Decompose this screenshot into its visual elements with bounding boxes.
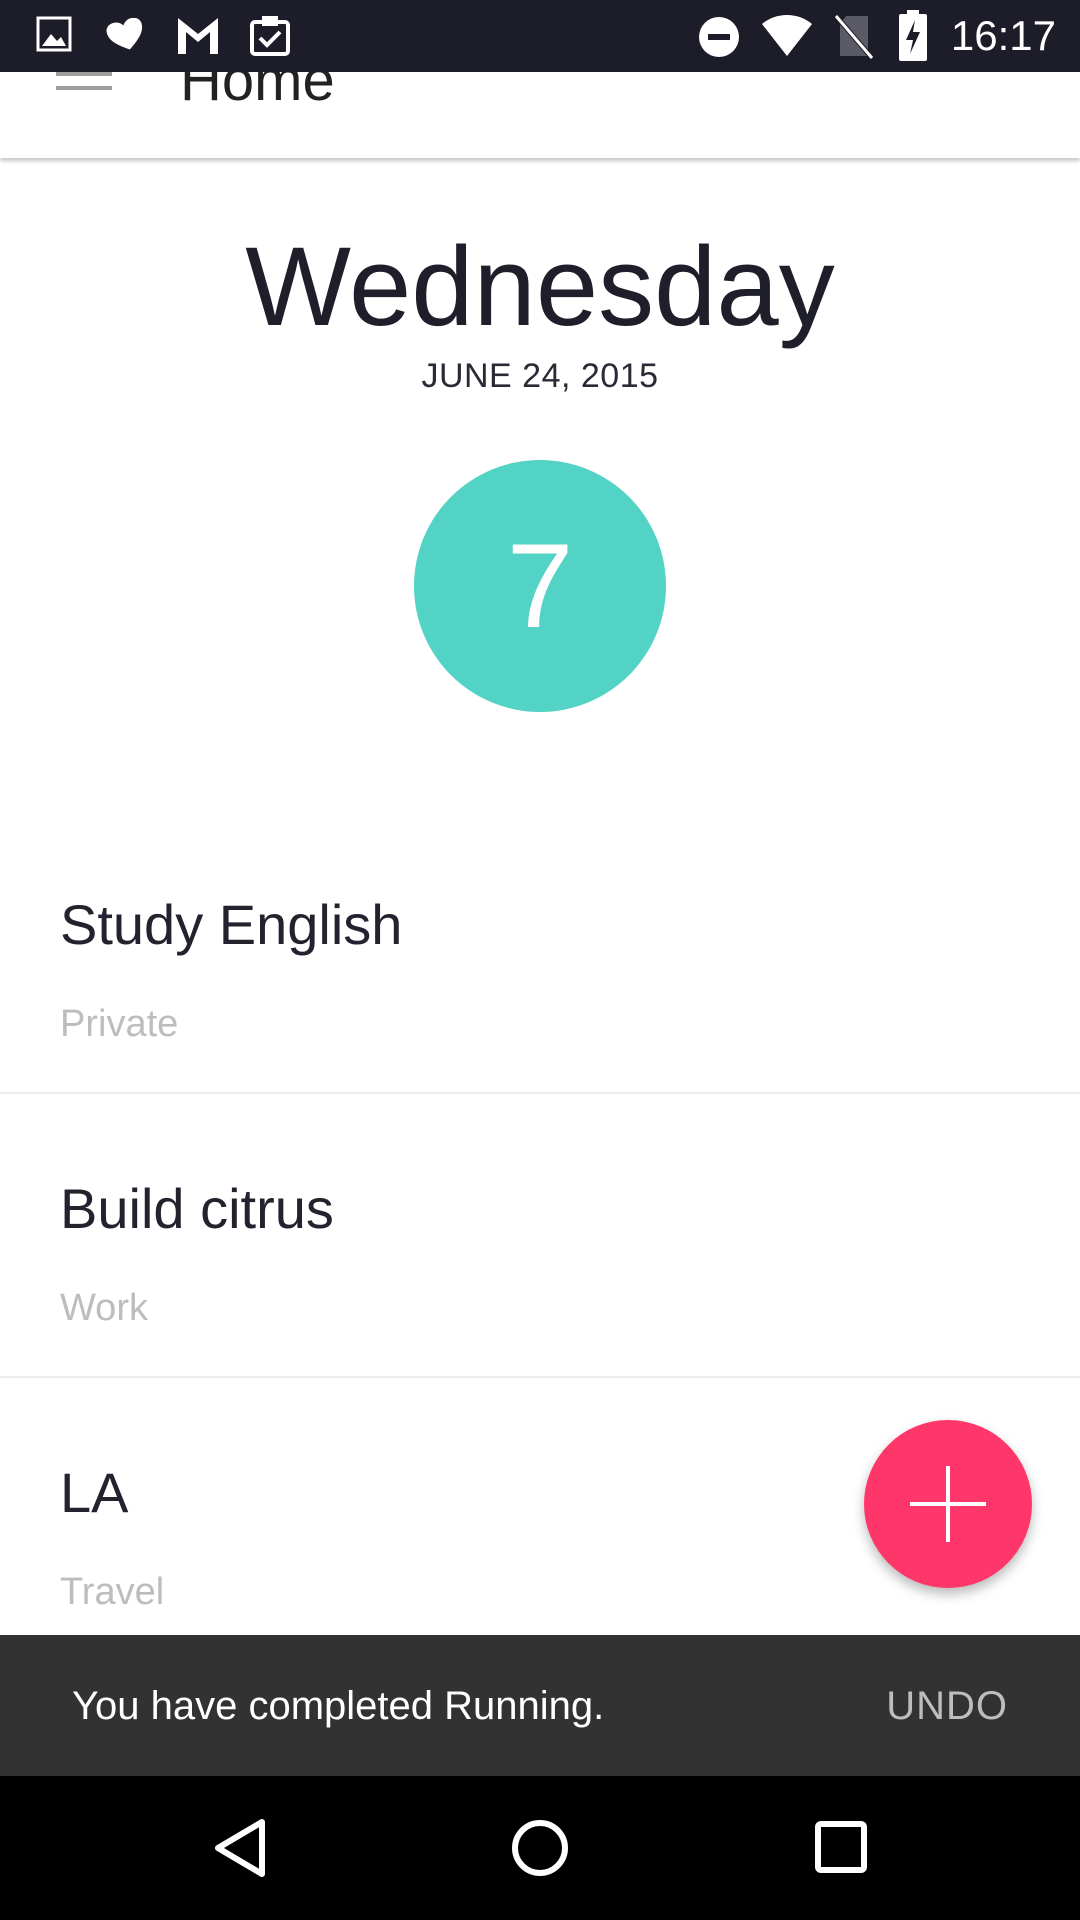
battery-charging-icon <box>899 10 927 61</box>
app-toolbar: Home <box>0 72 1080 158</box>
task-category: Private <box>60 1003 179 1045</box>
task-title: LA <box>60 1461 129 1524</box>
back-icon[interactable] <box>210 1816 270 1880</box>
task-item[interactable]: Build citrus Work <box>0 1094 1080 1378</box>
task-title: Build citrus <box>60 1177 334 1240</box>
gmail-icon <box>178 18 218 54</box>
status-time: 16:17 <box>950 12 1056 59</box>
snackbar: You have completed Running. UNDO <box>0 1635 1080 1776</box>
do-not-disturb-icon <box>699 17 739 57</box>
toolbar-title: Home <box>180 72 335 113</box>
status-bar: 16:17 <box>0 0 1080 72</box>
task-category: Travel <box>60 1571 165 1613</box>
heart-icon <box>106 18 143 50</box>
task-count-badge: 7 <box>414 460 666 712</box>
task-item[interactable]: Study English Private <box>0 810 1080 1094</box>
wifi-icon <box>762 15 812 56</box>
menu-icon[interactable] <box>56 72 112 92</box>
snackbar-message: You have completed Running. <box>72 1684 605 1728</box>
task-title: Study English <box>60 893 403 956</box>
undo-button[interactable]: UNDO <box>886 1683 1008 1729</box>
no-sim-icon <box>834 14 874 60</box>
add-task-button[interactable] <box>864 1420 1032 1588</box>
image-icon <box>36 16 72 52</box>
day-name: Wednesday <box>245 224 835 349</box>
clipboard-check-icon <box>250 16 290 56</box>
app-screen: 16:17 Home Wednesday JUNE 24, 2015 7 Stu… <box>0 0 1080 1920</box>
date-text: JUNE 24, 2015 <box>421 357 659 395</box>
recents-icon[interactable] <box>814 1820 868 1874</box>
home-icon[interactable] <box>510 1818 570 1878</box>
task-category: Work <box>60 1287 148 1329</box>
navigation-bar <box>0 1776 1080 1920</box>
